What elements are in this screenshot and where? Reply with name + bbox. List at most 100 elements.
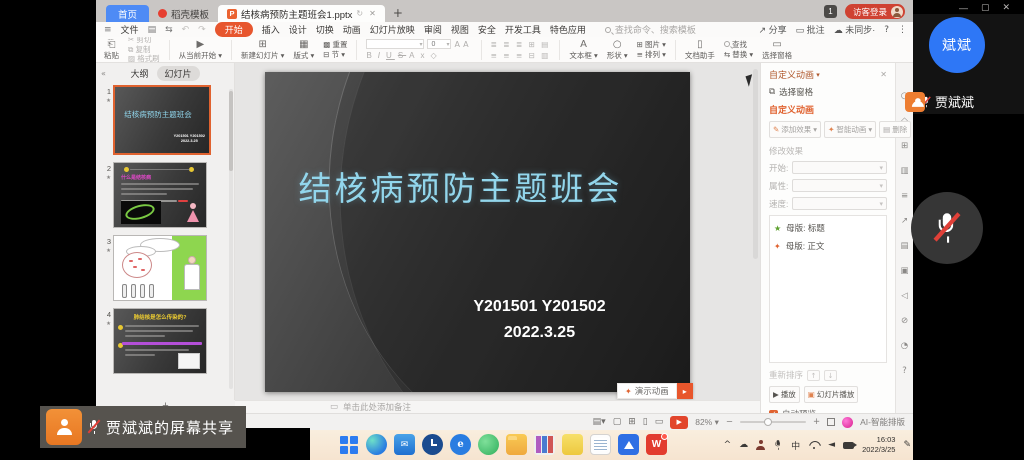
slideshow-button[interactable]: ▣ 幻灯片播放	[804, 386, 859, 403]
minimize-icon[interactable]: —	[959, 3, 968, 13]
pen-tray-icon[interactable]: ✎	[903, 440, 911, 450]
cut-button[interactable]: ✂ 剪切	[128, 36, 160, 44]
demo-go-button[interactable]: ▸	[677, 383, 693, 399]
yellow-app-icon[interactable]	[562, 434, 583, 455]
winrar-icon[interactable]	[534, 434, 555, 455]
export-icon[interactable]: ↗	[901, 216, 908, 226]
green-app-icon[interactable]	[478, 434, 499, 455]
canvas-scrollbar[interactable]	[753, 69, 758, 259]
add-effect-button[interactable]: ✎ 添加效果 ▾	[769, 121, 821, 138]
wifi-icon[interactable]	[808, 441, 820, 449]
save-icon[interactable]: ▤	[148, 25, 157, 35]
block-icon[interactable]: ⊘	[901, 316, 908, 326]
clock-app-icon[interactable]	[422, 434, 443, 455]
participants-button[interactable]	[905, 92, 925, 112]
slide-thumbnail-1[interactable]: 结核病预防主题班会 Y201501 Y201502 2022.3.25	[113, 85, 211, 155]
font-family-select[interactable]	[366, 39, 424, 49]
new-slide-button[interactable]: ⊞ 新建幻灯片 ▾	[241, 40, 284, 60]
selection-pane-button[interactable]: ▭ 选择窗格	[762, 40, 792, 60]
current-slide[interactable]: 结核病预防主题班会 Y201501 Y201502 2022.3.25	[265, 72, 690, 392]
mute-toggle-button[interactable]	[911, 192, 983, 264]
help-icon[interactable]: ?	[884, 25, 889, 35]
menu-features[interactable]: 特色应用	[550, 23, 586, 36]
font-color-button[interactable]: A	[409, 51, 417, 60]
browser-e-icon[interactable]: e	[450, 434, 471, 455]
notepad-icon[interactable]	[590, 434, 611, 455]
tray-expand-icon[interactable]: ^	[724, 440, 732, 450]
doc-assistant-button[interactable]: ▯ 文档助手	[685, 40, 715, 60]
slide-title[interactable]: 结核病预防主题班会	[265, 162, 656, 210]
clock[interactable]: 16:03 2022/3/25	[862, 435, 895, 455]
menu-design[interactable]: 设计	[289, 23, 307, 36]
italic-button[interactable]: I	[378, 51, 383, 60]
find-button[interactable]: 查找	[724, 41, 753, 49]
menu-transition[interactable]: 切换	[316, 23, 334, 36]
blue-app-icon[interactable]	[618, 434, 639, 455]
animation-item-title[interactable]: ★ 母版: 标题	[774, 222, 882, 234]
section-button[interactable]: ⊟ 节 ▾	[323, 51, 347, 59]
more-icon[interactable]: ⋮	[898, 25, 907, 35]
smart-animation-button[interactable]: ✦ 智能动画 ▾	[824, 121, 876, 138]
move-down-button[interactable]: ↓	[824, 370, 837, 381]
column-view-icon[interactable]: ▯	[643, 417, 648, 427]
close-icon[interactable]: ✕	[1002, 3, 1010, 13]
zoom-in-icon[interactable]: +	[813, 417, 820, 427]
notes-bar[interactable]: ▭ 单击此处添加备注	[235, 400, 760, 413]
media-icon[interactable]: ▣	[900, 266, 908, 276]
notes-toggle-icon[interactable]: ▤▾	[593, 417, 606, 427]
maximize-icon[interactable]: ▢	[981, 3, 990, 13]
reading-view-icon[interactable]: ▭	[655, 417, 664, 427]
copy-button[interactable]: ⧉ 复制	[128, 46, 160, 54]
layout-grid-icon[interactable]: ⊞	[901, 141, 908, 151]
zoom-out-icon[interactable]: −	[726, 417, 733, 427]
textbox-button[interactable]: A 文本框 ▾	[569, 40, 597, 60]
selection-pane-link[interactable]: ⧉ 选择窗格	[769, 86, 887, 98]
menu-home-active[interactable]: 开始	[215, 22, 253, 37]
start-select[interactable]	[792, 161, 887, 174]
superscript-button[interactable]: x	[421, 51, 428, 60]
slideshow-play-button[interactable]: ▶	[670, 416, 688, 429]
output-icon[interactable]: ⇆	[165, 25, 173, 35]
slide-subtitle[interactable]: Y201501 Y201502 2022.3.25	[427, 294, 652, 345]
hamburger-icon[interactable]: ≡	[104, 25, 112, 35]
notes-icon[interactable]: ▤	[900, 241, 908, 251]
tab-document[interactable]: P 结核病预防主题班会1.pptx ↻ ✕	[218, 5, 385, 22]
sound-icon[interactable]: ◁	[901, 291, 908, 301]
chart-icon[interactable]: ▥	[900, 166, 908, 176]
tab-docer[interactable]: 稻壳模板	[149, 5, 218, 22]
mail-icon[interactable]: ✉	[394, 434, 415, 455]
close-panel-icon[interactable]: ✕	[880, 70, 887, 79]
normal-view-icon[interactable]: ▢	[613, 417, 622, 427]
collapse-panel-icon[interactable]: «	[101, 69, 106, 78]
fit-screen-icon[interactable]	[827, 418, 835, 426]
arrange-button[interactable]: ≡ 排列 ▾	[637, 51, 666, 59]
history-icon[interactable]: ◔	[901, 341, 908, 351]
start-button[interactable]	[338, 434, 359, 455]
move-up-button[interactable]: ↑	[807, 370, 820, 381]
help-strip-icon[interactable]: ?	[902, 366, 907, 376]
reset-button[interactable]: ▩ 重置	[323, 41, 347, 49]
replace-button[interactable]: ⇆ 替换 ▾	[724, 51, 753, 59]
clear-format-button[interactable]: ◇	[431, 51, 440, 60]
redo-icon[interactable]: ↷	[198, 25, 206, 35]
person-tray-icon[interactable]	[756, 440, 765, 450]
picture-button[interactable]: ⊞ 图片 ▾	[637, 41, 666, 49]
new-tab-button[interactable]: +	[393, 6, 403, 22]
menu-view[interactable]: 视图	[451, 23, 469, 36]
ime-indicator[interactable]: 中	[791, 439, 800, 452]
paste-button[interactable]: ⎗ 粘贴	[104, 40, 119, 60]
settings-icon[interactable]: ≡	[901, 191, 908, 201]
shape-button[interactable]: ○ 形状 ▾	[607, 40, 628, 60]
camera-tray-icon[interactable]	[843, 442, 854, 449]
demo-animation-popup[interactable]: ✦ 演示动画 ▸	[617, 383, 693, 399]
slide-thumbnail-2[interactable]: 什么是结核病	[113, 162, 207, 228]
zoom-slider-knob[interactable]	[764, 418, 772, 426]
share-button[interactable]: ↗ 分享	[759, 23, 787, 36]
comment-button[interactable]: ▭ 批注	[796, 23, 825, 36]
edge-icon[interactable]	[366, 434, 387, 455]
animation-list[interactable]: ★ 母版: 标题 ✦ 母版: 正文	[769, 215, 887, 363]
tab-home[interactable]: 首页	[106, 5, 149, 22]
wps-taskbar-icon[interactable]: W	[646, 434, 667, 455]
sorter-view-icon[interactable]: ⊞	[628, 417, 636, 427]
tab-slides[interactable]: 幻灯片	[157, 66, 200, 81]
